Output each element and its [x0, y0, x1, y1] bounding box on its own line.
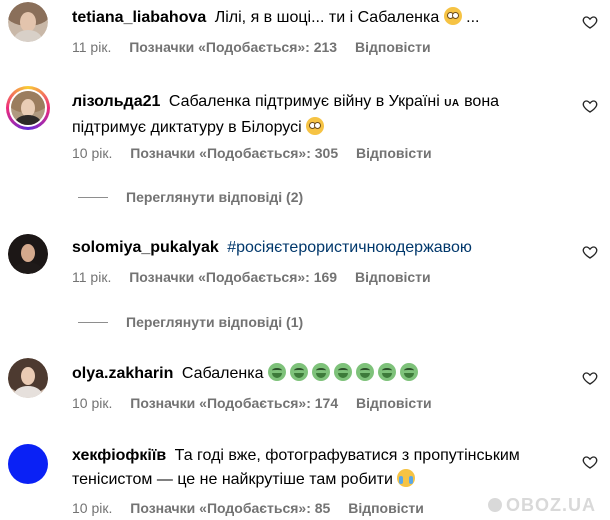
flushed-emoji-icon	[306, 117, 325, 135]
comment-likes[interactable]: Позначки «Подобається»: 305	[130, 145, 338, 161]
avatar[interactable]	[8, 358, 48, 398]
watermark: OBOZ.UA	[488, 495, 596, 516]
heart-icon[interactable]	[582, 244, 598, 260]
comment-likes[interactable]: Позначки «Подобається»: 213	[129, 39, 337, 55]
comment-meta: 10 рік. Позначки «Подобається»: 305 Відп…	[72, 145, 446, 161]
reply-button[interactable]: Відповісти	[356, 145, 432, 161]
comment-body-suffix: ...	[461, 9, 480, 26]
comment-time[interactable]: 10 рік.	[72, 500, 112, 516]
comment-body: Лілі, я в шоці... ти і Сабаленка	[214, 9, 440, 26]
heart-icon[interactable]	[582, 454, 598, 470]
view-replies-label: Переглянути відповіді (2)	[126, 189, 304, 205]
comment-username[interactable]: хекфіофкіїв	[72, 447, 166, 464]
watermark-text: OBOZ.UA	[506, 495, 596, 515]
flushed-emoji-icon	[443, 7, 462, 25]
sick-emoji-icon	[311, 363, 330, 381]
comment-time[interactable]: 10 рік.	[72, 395, 112, 411]
view-replies-button[interactable]: Переглянути відповіді (1)	[78, 314, 303, 330]
reply-button[interactable]: Відповісти	[355, 39, 431, 55]
comment-username[interactable]: olya.zakharin	[72, 365, 173, 382]
reply-button[interactable]: Відповісти	[356, 395, 432, 411]
comment-text: olya.zakharin Сабаленка	[72, 362, 570, 386]
reply-button[interactable]: Відповісти	[355, 269, 431, 285]
comment-likes[interactable]: Позначки «Подобається»: 169	[129, 269, 337, 285]
avatar[interactable]	[8, 2, 48, 42]
avatar[interactable]	[8, 234, 48, 274]
sick-emoji-icon	[377, 363, 396, 381]
hashtag-link[interactable]: #росіяєтерористичноюдержавою	[227, 239, 472, 256]
view-replies-label: Переглянути відповіді (1)	[126, 314, 304, 330]
comment-body: Сабаленка підтримує війну в Україні	[168, 93, 440, 110]
avatar[interactable]	[6, 86, 50, 130]
comment-meta: 11 рік. Позначки «Подобається»: 213 Відп…	[72, 39, 445, 55]
comment-text: хекфіофкіїв Та годі вже, фотографуватися…	[72, 444, 570, 492]
divider-line	[78, 196, 108, 198]
comment-username[interactable]: лізольда21	[72, 93, 160, 110]
watermark-logo-icon	[488, 498, 502, 512]
sick-emoji-icon	[289, 363, 308, 381]
comment-likes[interactable]: Позначки «Подобається»: 85	[130, 500, 330, 516]
comment-meta: 10 рік. Позначки «Подобається»: 174 Відп…	[72, 395, 446, 411]
comment-time[interactable]: 11 рік.	[72, 39, 111, 55]
sick-emoji-icon	[333, 363, 352, 381]
comment-text: solomiya_pukalyak #росіяєтерористичноюде…	[72, 236, 570, 260]
ua-flag: UA	[444, 98, 460, 109]
comment-body: Сабаленка	[181, 365, 264, 382]
comment-time[interactable]: 10 рік.	[72, 145, 112, 161]
comment-time[interactable]: 11 рік.	[72, 269, 111, 285]
comment-meta: 11 рік. Позначки «Подобається»: 169 Відп…	[72, 269, 445, 285]
comment-meta: 10 рік. Позначки «Подобається»: 85 Відпо…	[72, 500, 438, 516]
comment-likes[interactable]: Позначки «Подобається»: 174	[130, 395, 338, 411]
heart-icon[interactable]	[582, 98, 598, 114]
reply-button[interactable]: Відповісти	[348, 500, 424, 516]
sick-emoji-icon	[399, 363, 418, 381]
comment-username[interactable]: solomiya_pukalyak	[72, 239, 219, 256]
view-replies-button[interactable]: Переглянути відповіді (2)	[78, 189, 303, 205]
divider-line	[78, 321, 108, 323]
avatar[interactable]	[8, 444, 48, 484]
sick-emoji-icon	[355, 363, 374, 381]
heart-icon[interactable]	[582, 14, 598, 30]
comment-username[interactable]: tetiana_liabahova	[72, 9, 206, 26]
crying-emoji-icon	[397, 469, 416, 487]
heart-icon[interactable]	[582, 370, 598, 386]
sick-emoji-icon	[267, 363, 286, 381]
comment-text: tetiana_liabahova Лілі, я в шоці... ти і…	[72, 6, 570, 30]
comment-text: лізольда21 Сабаленка підтримує війну в У…	[72, 90, 570, 140]
